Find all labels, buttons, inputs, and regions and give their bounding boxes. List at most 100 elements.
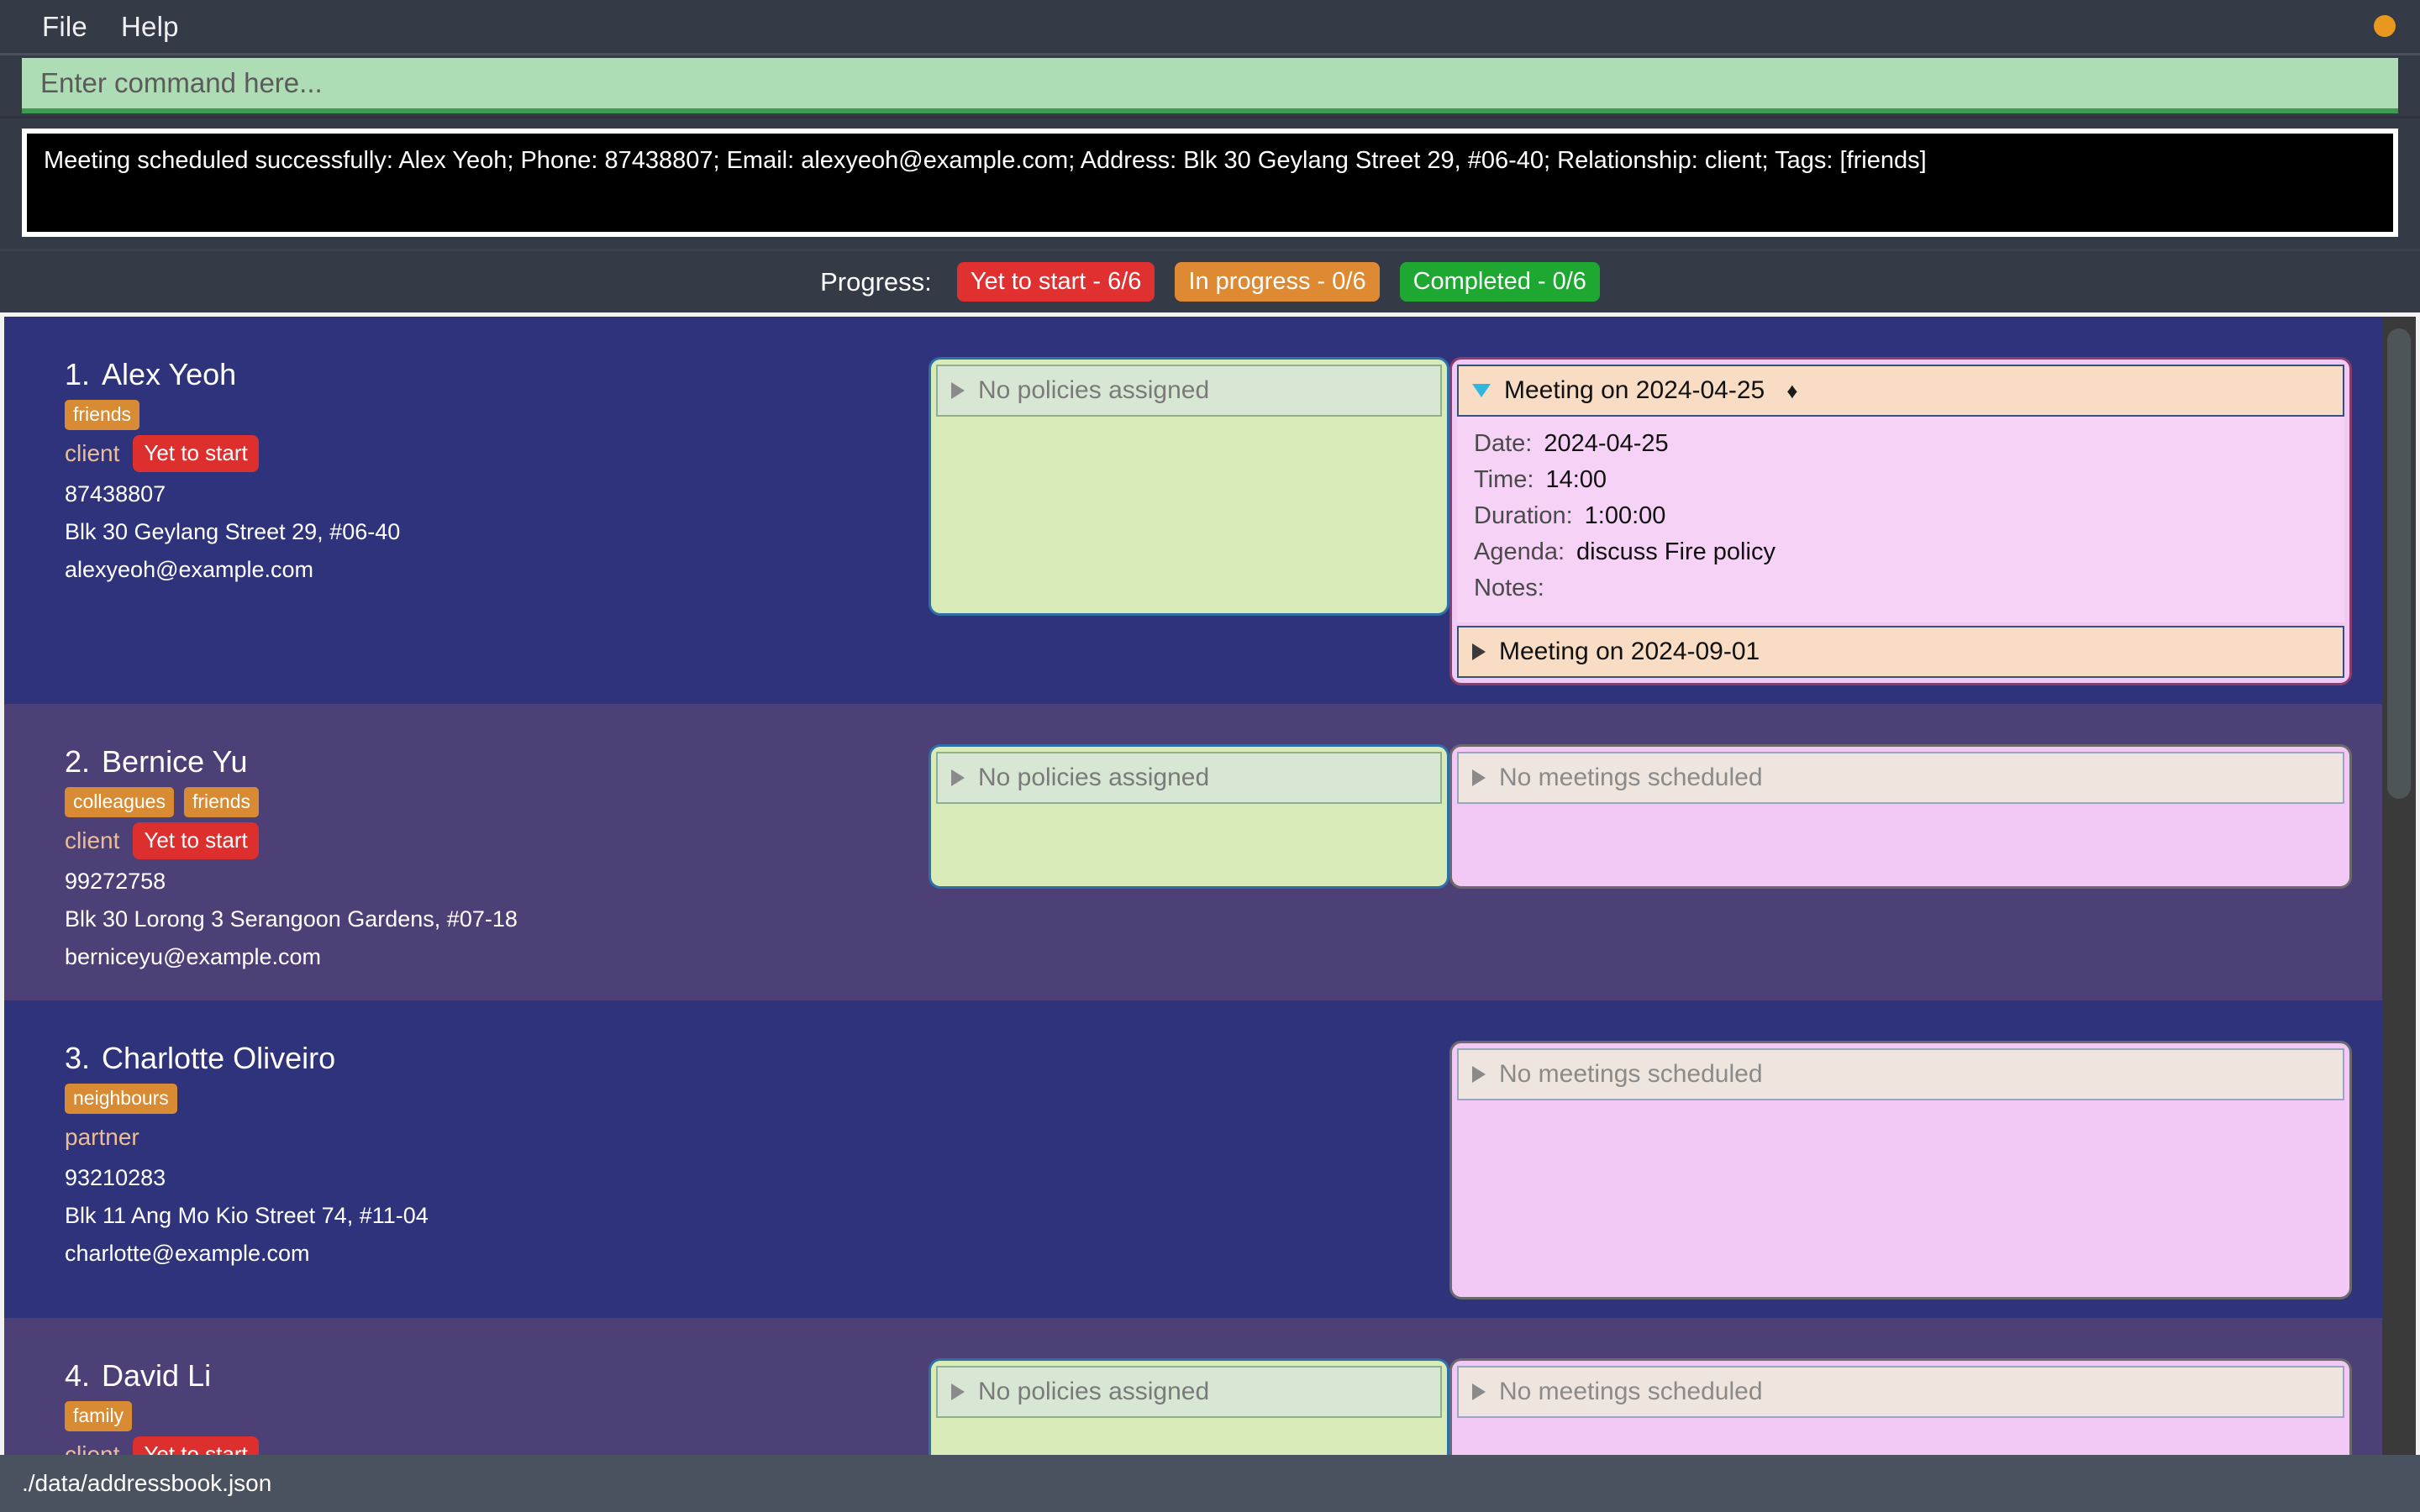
- meetings-panel-header[interactable]: No meetings scheduled: [1457, 1048, 2344, 1100]
- policies-panel-header[interactable]: No policies assigned: [936, 365, 1442, 417]
- person-name: 4.David Li: [65, 1358, 929, 1394]
- policies-panel-header[interactable]: No policies assigned: [936, 1366, 1442, 1418]
- command-section: [0, 53, 2420, 118]
- policies-panel[interactable]: No policies assigned: [929, 357, 1449, 616]
- person-row[interactable]: 1. Alex Yeoh friends clientYet to start 8743…: [4, 317, 2382, 704]
- meetings-empty-label: No meetings scheduled: [1499, 1378, 1763, 1406]
- person-row[interactable]: 4.David LifamilyclientYet to startNo pol…: [4, 1318, 2382, 1455]
- policies-column: No policies assigned: [929, 722, 1449, 889]
- meeting-header-expanded[interactable]: Meeting on 2024-04-25♦: [1457, 365, 2344, 417]
- relationship-row: clientYet to start: [65, 822, 929, 860]
- meetings-empty-label: No meetings scheduled: [1499, 1060, 1763, 1089]
- meetings-column: No meetings scheduled: [1449, 1019, 2382, 1299]
- progress-section: Progress: Yet to start - 6/6 In progress…: [0, 249, 2420, 312]
- person-row[interactable]: 3.Charlotte Oliveironeighbourspartner932…: [4, 1000, 2382, 1318]
- tag-badge: friends: [65, 400, 139, 430]
- relationship-row: partner: [65, 1118, 929, 1157]
- meeting-detail-line: Notes:: [1474, 575, 2328, 602]
- tag-badge: family: [65, 1401, 132, 1431]
- progress-label: Progress:: [820, 267, 932, 297]
- status-badge: Yet to start: [133, 435, 258, 472]
- menu-item-file[interactable]: File: [25, 8, 104, 46]
- person-name: 2. Bernice Yu: [65, 744, 929, 780]
- meetings-panel[interactable]: No meetings scheduled: [1449, 1358, 2352, 1455]
- meeting-detail-line: Time: 14:00: [1474, 466, 2328, 494]
- meeting-detail-key: Duration:: [1474, 502, 1573, 530]
- person-list-container: 1.Alex YeohfriendsclientYet to start8743…: [0, 312, 2420, 1455]
- chevron-right-icon: [1472, 643, 1486, 660]
- status-bar-path: ./data/addressbook.json: [22, 1470, 271, 1497]
- policies-panel-body: [936, 804, 1442, 881]
- meetings-panel-header[interactable]: No meetings scheduled: [1457, 752, 2344, 804]
- policies-panel-body: [936, 417, 1442, 608]
- tag-badge: friends: [184, 787, 259, 817]
- person-row[interactable]: 2.Bernice YucolleaguesfriendsclientYet t…: [4, 704, 2382, 1000]
- meetings-panel-body: [1457, 1100, 2344, 1292]
- meetings-panel-body: [1457, 1418, 2344, 1455]
- vertical-scrollbar[interactable]: [2382, 317, 2416, 1455]
- person-address: Blk 30 Lorong 3 Serangoon Gardens, #07-1…: [65, 906, 929, 932]
- person-info: 2.Bernice YucolleaguesfriendsclientYet t…: [4, 722, 929, 982]
- progress-chip-yet-to-start[interactable]: Yet to start - 6/6: [957, 262, 1155, 302]
- tag-row: neighbours: [65, 1084, 929, 1114]
- person-name-text: David Li: [102, 1358, 211, 1393]
- person-index: 3.: [65, 1041, 90, 1075]
- meeting-detail-key: Date:: [1474, 430, 1532, 458]
- chevron-right-icon: [951, 382, 965, 399]
- person-phone: 87438807: [65, 481, 929, 507]
- meetings-panel[interactable]: No meetings scheduled: [1449, 1041, 2352, 1299]
- person-email: charlotte@example.com: [65, 1241, 929, 1267]
- person-name-text: Charlotte Oliveiro: [102, 1041, 335, 1075]
- relationship-label: client: [65, 827, 119, 854]
- relationship-label: partner: [65, 1124, 139, 1151]
- meeting-detail-key: Agenda:: [1474, 538, 1565, 566]
- person-list: 1.Alex YeohfriendsclientYet to start8743…: [4, 317, 2382, 1455]
- person-name: 1. Alex Yeoh: [65, 357, 929, 392]
- meeting-details: Date: 2024-04-25 Time: 14:00 Duration:1:00:0…: [1457, 417, 2344, 622]
- meeting-detail-value: 2024-04-25: [1544, 430, 1668, 458]
- policies-panel-header[interactable]: No policies assigned: [936, 752, 1442, 804]
- progress-chip-completed[interactable]: Completed - 0/6: [1400, 262, 1600, 302]
- application-window: File Help Meeting scheduled successfully…: [0, 0, 2420, 1512]
- person-info: 1. Alex Yeoh friends clientYet to start 8743…: [4, 335, 929, 595]
- scrollbar-thumb[interactable]: [2387, 328, 2411, 799]
- person-name-text: Bernice Yu: [102, 744, 247, 779]
- meetings-panel[interactable]: No meetings scheduled: [1449, 744, 2352, 889]
- meetings-panel[interactable]: Meeting on 2024-04-25♦ Date: 2024-04-25 Tim…: [1449, 357, 2352, 685]
- meeting-detail-line: Date: 2024-04-25: [1474, 430, 2328, 458]
- person-index: 2.: [65, 744, 90, 779]
- menu-item-help[interactable]: Help: [104, 8, 196, 46]
- chevron-right-icon: [1472, 1066, 1486, 1083]
- meeting-header-collapsed[interactable]: Meeting on 2024-09-01: [1457, 626, 2344, 678]
- meetings-empty-label: No meetings scheduled: [1499, 764, 1763, 792]
- meetings-column: No meetings scheduled: [1449, 722, 2382, 889]
- result-section: Meeting scheduled successfully: Alex Yeo…: [0, 118, 2420, 249]
- meetings-panel-header[interactable]: No meetings scheduled: [1457, 1366, 2344, 1418]
- tag-badge: neighbours: [65, 1084, 177, 1114]
- tag-row: friends: [65, 400, 929, 430]
- person-name: 3. Charlotte Oliveiro: [65, 1041, 929, 1076]
- policies-empty-label: No policies assigned: [978, 1378, 1209, 1406]
- command-input[interactable]: [22, 58, 2398, 113]
- person-address: Blk 30 Geylang Street 29, #06-40: [65, 519, 929, 545]
- menu-bar: File Help: [0, 0, 2420, 53]
- chevron-right-icon: [951, 1383, 965, 1400]
- chevron-right-icon: [1472, 1383, 1486, 1400]
- meeting-detail-key: Time:: [1474, 466, 1534, 494]
- person-address: Blk 11 Ang Mo Kio Street 74, #11-04: [65, 1203, 929, 1229]
- person-index: 1.: [65, 357, 90, 391]
- person-phone: 99272758: [65, 869, 929, 895]
- meetings-column: No meetings scheduled: [1449, 1336, 2382, 1455]
- person-email: alexyeoh@example.com: [65, 557, 929, 583]
- person-name-text: Alex Yeoh: [102, 357, 236, 391]
- policies-panel[interactable]: No policies assigned: [929, 1358, 1449, 1455]
- bell-icon: ♦: [1786, 378, 1797, 404]
- meeting-detail-line: Duration:1:00:00: [1474, 502, 2328, 530]
- meeting-detail-value: 14:00: [1545, 466, 1607, 494]
- policies-panel[interactable]: No policies assigned: [929, 744, 1449, 889]
- meeting-detail-line: Agenda:discuss Fire policy: [1474, 538, 2328, 566]
- window-indicator-dot[interactable]: [2374, 15, 2396, 37]
- chevron-right-icon: [1472, 769, 1486, 786]
- progress-chip-in-progress[interactable]: In progress - 0/6: [1175, 262, 1379, 302]
- relationship-row: clientYet to start: [65, 434, 929, 473]
